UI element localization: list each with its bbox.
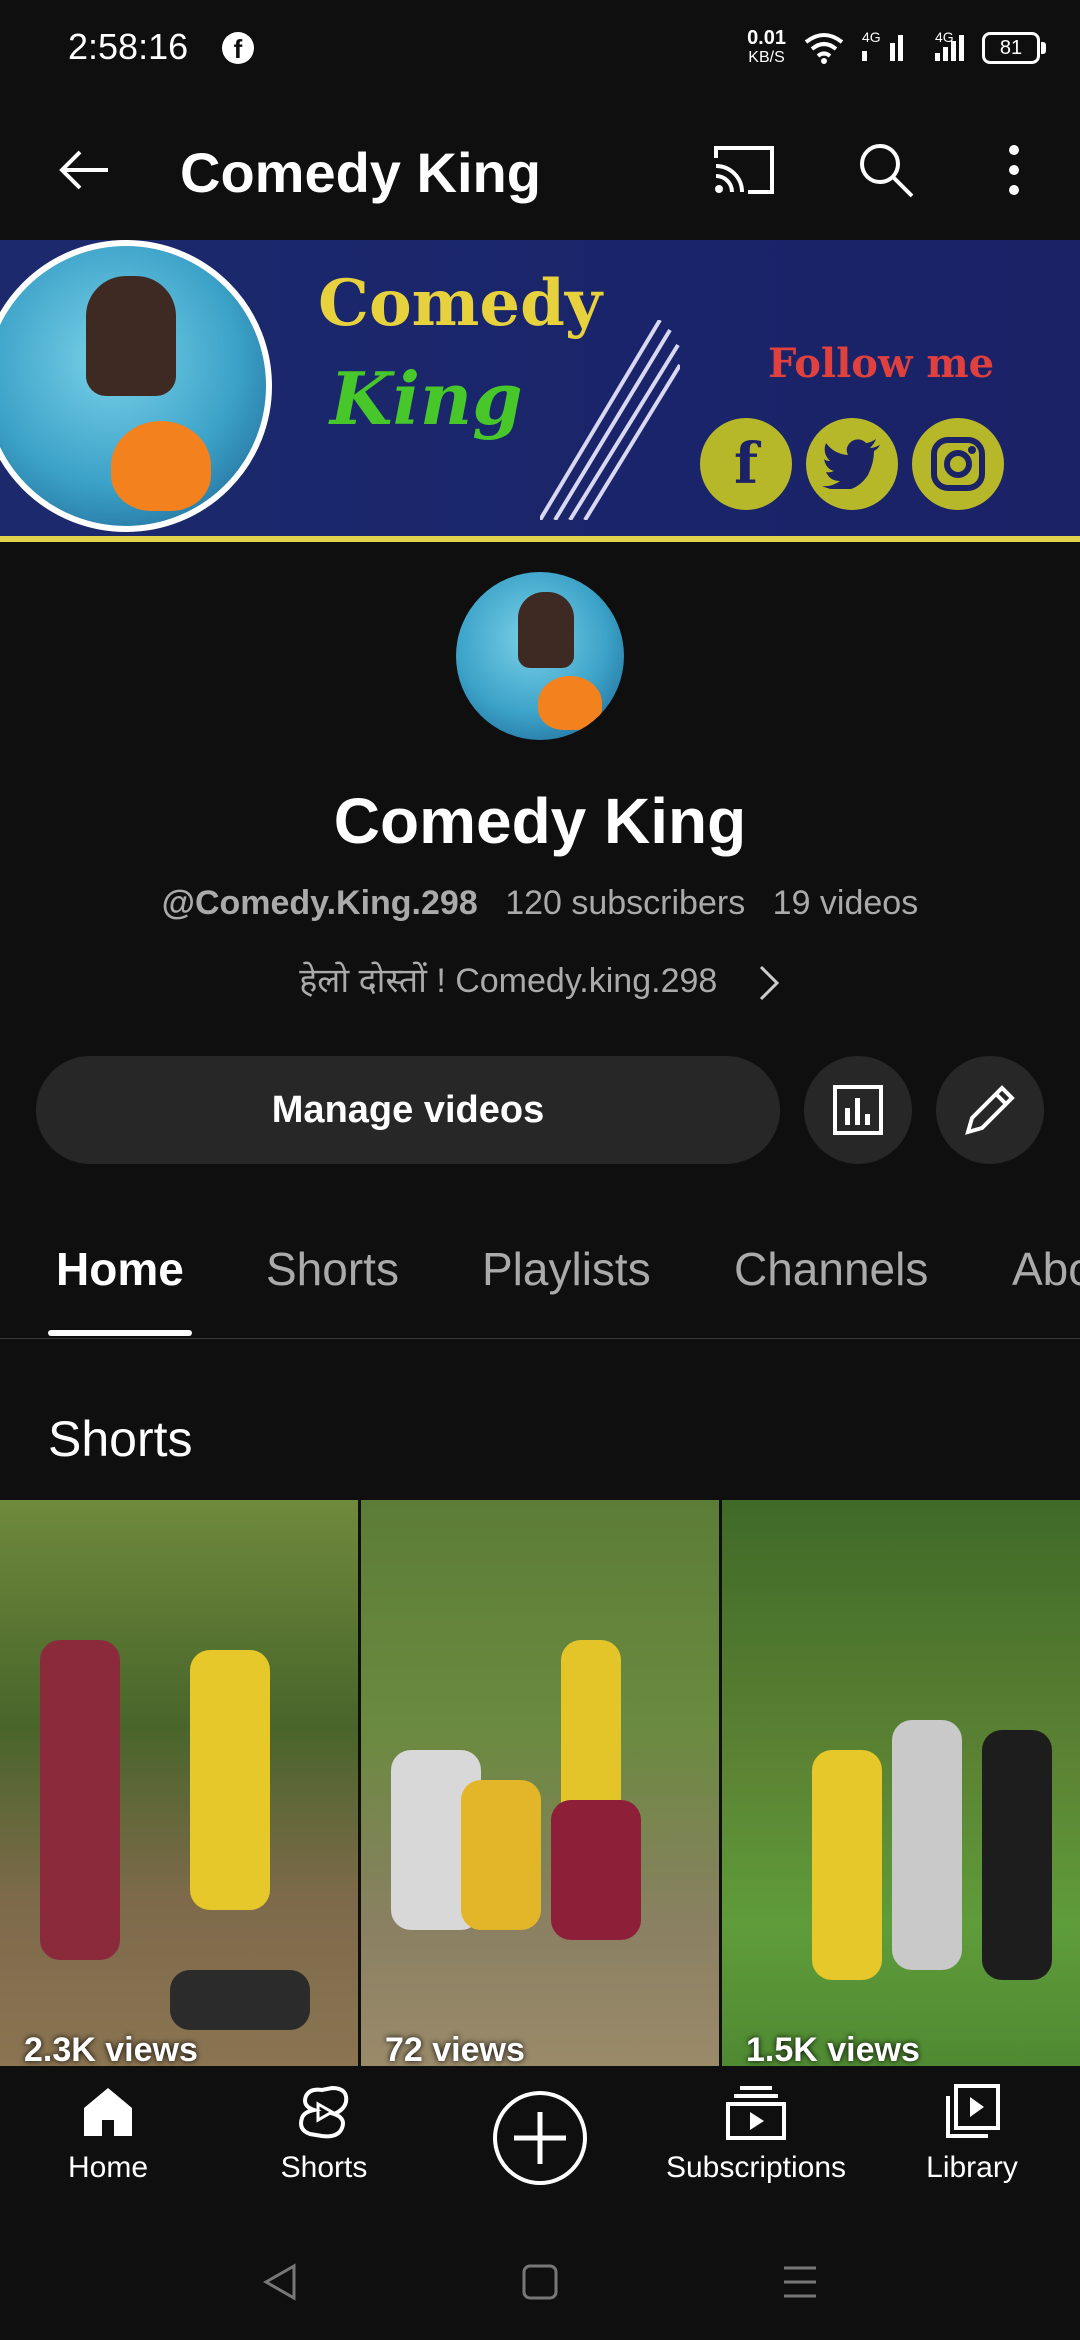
subscriber-count: 120 subscribers	[505, 884, 746, 922]
channel-handle: @Comedy.King.298	[161, 884, 478, 922]
bottom-navigation: Home Shorts Subscriptions Library	[0, 2066, 1080, 2222]
video-count: 19 videos	[772, 884, 919, 922]
tab-about[interactable]: About	[1012, 1242, 1080, 1296]
short-thumbnail[interactable]: 2.3K views	[0, 1500, 358, 2066]
nav-library[interactable]: Library	[872, 2084, 1072, 2185]
status-icons: 0.01 KB/S 4G 4G 81	[747, 24, 1046, 72]
nav-library-label: Library	[926, 2151, 1018, 2184]
banner-follow-text: Follow me	[768, 340, 995, 387]
active-tab-indicator	[48, 1330, 192, 1336]
back-button[interactable]	[40, 126, 128, 214]
channel-description-text: हेलो दोस्तों ! Comedy.king.298	[299, 962, 718, 1000]
search-icon	[860, 144, 914, 198]
square-home-icon	[522, 2264, 558, 2300]
facebook-icon: f	[700, 418, 792, 510]
chevron-right-icon	[759, 965, 779, 1001]
twitter-icon	[806, 418, 898, 510]
back-arrow-icon	[59, 150, 108, 190]
triangle-back-icon	[262, 2263, 296, 2301]
banner-decoration	[540, 320, 680, 520]
channel-meta: @Comedy.King.298 120 subscribers 19 vide…	[0, 884, 1080, 923]
more-vertical-icon	[1009, 145, 1019, 195]
cast-button[interactable]	[700, 126, 788, 214]
signal-1: 4G	[862, 29, 903, 61]
search-button[interactable]	[842, 126, 930, 214]
tab-shorts[interactable]: Shorts	[266, 1242, 399, 1296]
tab-playlists[interactable]: Playlists	[482, 1242, 651, 1296]
channel-banner: Comedy King Follow me f	[0, 240, 1080, 542]
short-thumbnail[interactable]: 1.5K views	[722, 1500, 1080, 2066]
create-icon	[493, 2091, 587, 2185]
create-button[interactable]	[440, 2084, 640, 2193]
tab-home[interactable]: Home	[56, 1242, 184, 1296]
system-back-button[interactable]	[250, 2252, 310, 2312]
nav-subscriptions[interactable]: Subscriptions	[656, 2084, 856, 2185]
wifi-icon	[804, 33, 844, 64]
banner-portrait	[0, 240, 272, 532]
short-thumbnail[interactable]: 72 views	[361, 1500, 719, 2066]
nav-home[interactable]: Home	[8, 2084, 208, 2185]
manage-videos-button[interactable]: Manage videos	[36, 1056, 780, 1164]
shorts-shelf-title: Shorts	[48, 1411, 193, 1467]
more-options-button[interactable]	[970, 126, 1058, 214]
status-bar: 2:58:16 f 0.01 KB/S 4G 4G 81	[0, 0, 1080, 96]
channel-name: Comedy King	[333, 785, 747, 857]
channel-avatar[interactable]	[456, 572, 624, 740]
analytics-button[interactable]	[804, 1056, 912, 1164]
system-navigation-bar	[0, 2222, 1080, 2340]
edit-channel-button[interactable]	[936, 1056, 1044, 1164]
short-views: 2.3K views	[24, 2031, 198, 2066]
channel-tabs: Home Shorts Playlists Channels About	[0, 1190, 1080, 1339]
nav-home-label: Home	[67, 2151, 149, 2184]
system-recents-button[interactable]	[770, 2252, 830, 2312]
tab-channels[interactable]: Channels	[734, 1242, 928, 1296]
channel-description[interactable]: हेलो दोस्तों ! Comedy.king.298	[0, 956, 1080, 1003]
status-time: 2:58:16	[68, 26, 189, 67]
instagram-icon	[912, 418, 1004, 510]
home-icon	[84, 2088, 132, 2136]
network-speed: 0.01 KB/S	[747, 27, 786, 66]
nav-shorts[interactable]: Shorts	[224, 2084, 424, 2185]
banner-text-line2: King	[330, 356, 523, 441]
shorts-icon	[299, 2085, 349, 2139]
menu-lines-icon	[784, 2266, 816, 2298]
facebook-notification-icon: f	[222, 32, 254, 64]
top-app-bar: Comedy King	[0, 110, 1080, 230]
library-icon	[946, 2084, 1000, 2138]
cast-icon	[714, 146, 774, 194]
battery-icon: 81	[982, 32, 1046, 64]
short-views: 72 views	[385, 2031, 525, 2066]
signal-2: 4G	[921, 29, 964, 61]
nav-shorts-label: Shorts	[280, 2151, 368, 2184]
pencil-icon	[965, 1085, 1015, 1135]
system-home-button[interactable]	[510, 2252, 570, 2312]
subscriptions-icon	[726, 2086, 786, 2140]
page-title: Comedy King	[180, 141, 541, 204]
nav-subscriptions-label: Subscriptions	[665, 2151, 847, 2184]
analytics-icon	[833, 1085, 883, 1135]
short-views: 1.5K views	[746, 2031, 920, 2066]
